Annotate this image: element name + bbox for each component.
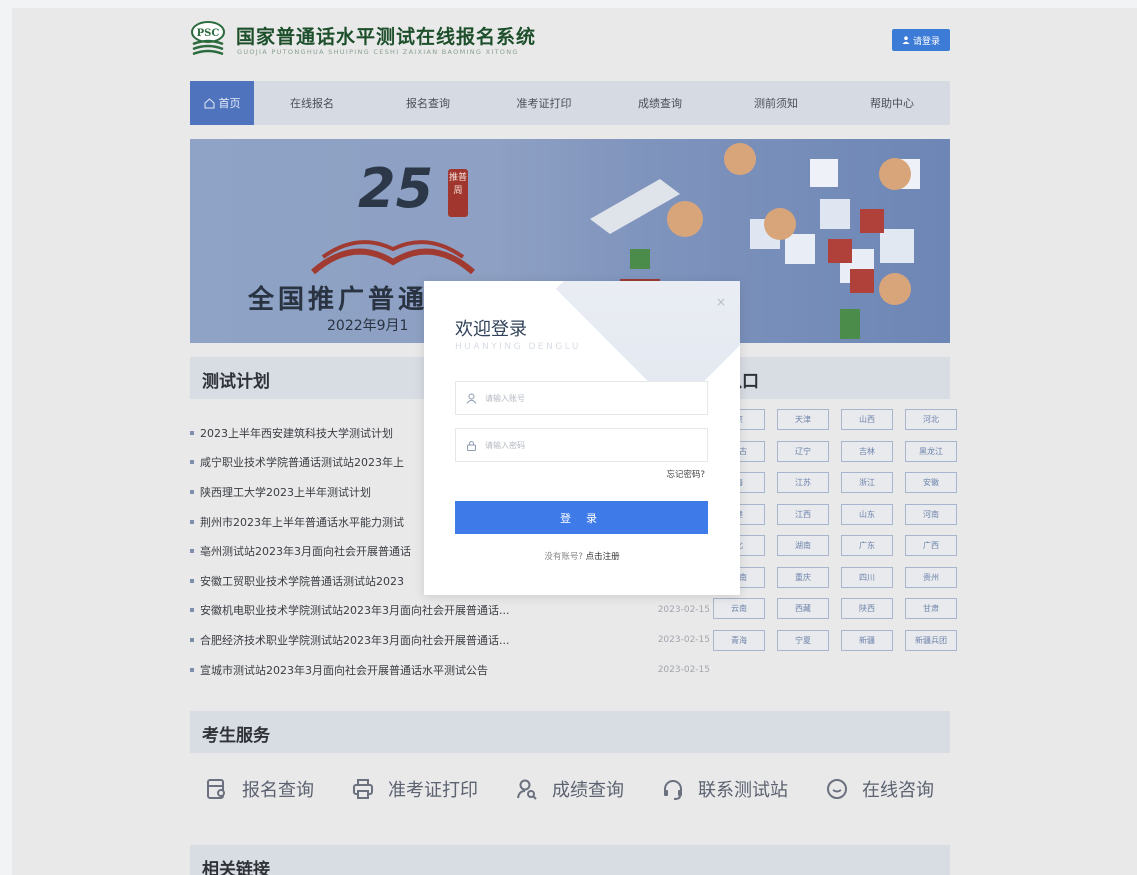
lock-icon xyxy=(467,440,476,451)
close-icon[interactable]: × xyxy=(716,295,726,309)
register-link[interactable]: 点击注册 xyxy=(586,552,620,562)
modal-subtitle: HUANYING DENGLU xyxy=(455,342,581,352)
username-input[interactable] xyxy=(485,393,685,403)
password-field[interactable] xyxy=(455,428,708,462)
modal-title: 欢迎登录 xyxy=(455,319,527,340)
username-field[interactable] xyxy=(455,381,708,415)
login-submit-button[interactable]: 登 录 xyxy=(455,501,708,534)
user-icon xyxy=(466,393,477,404)
login-modal: × 欢迎登录 HUANYING DENGLU 忘记密码? 登 录 没有账号? 点… xyxy=(424,281,740,595)
register-prompt: 没有账号? 点击注册 xyxy=(424,550,740,562)
forgot-password-link[interactable]: 忘记密码? xyxy=(666,468,705,480)
password-input[interactable] xyxy=(485,440,685,450)
register-prompt-text: 没有账号? xyxy=(544,552,583,562)
